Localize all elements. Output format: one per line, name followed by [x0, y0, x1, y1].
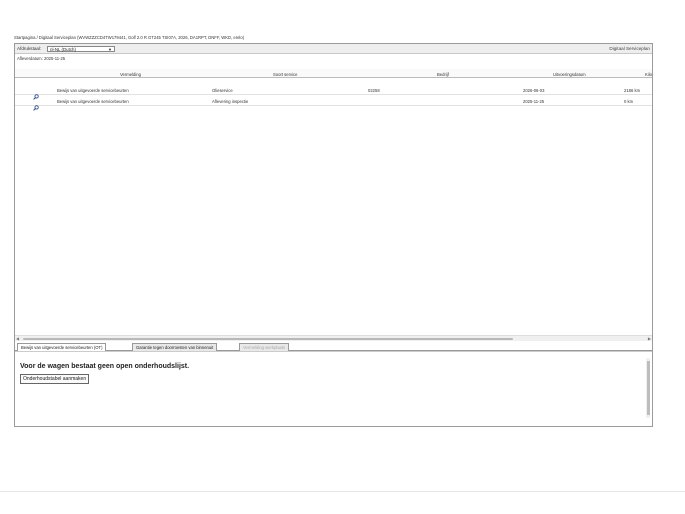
magnifier-icon[interactable]: [33, 98, 39, 111]
cell-kilometerstand: 2186 km: [624, 87, 641, 93]
column-header-vermelding[interactable]: Vermelding: [120, 72, 141, 77]
table-header: Vermelding Soort service Bedrijf Uitvoer…: [15, 69, 652, 78]
tab-vermelding-werkplaats[interactable]: Vermelding werkplaats: [239, 343, 290, 351]
cell-vermelding: Bewijs van uitgevoerde servicebeurten: [57, 98, 129, 104]
breadcrumb[interactable]: Startpagina / Digitaal Serviceplan (WVWZ…: [14, 35, 244, 40]
tab-uitgevoerde-servicebeurten[interactable]: Bewijs van uitgevoerde servicebeurten (O…: [17, 343, 107, 351]
arrow-right-icon[interactable]: ▶: [648, 336, 651, 341]
cell-kilometerstand: 0 km: [624, 98, 634, 104]
cell-soort-service: Olieservice: [212, 87, 233, 93]
page-divider: [0, 491, 685, 492]
toolbar: Afdrukstaal: nl-NL (Dutch) ▼ Digitaal Se…: [15, 44, 652, 54]
cell-vermelding: Bewijs van uitgevoerde servicebeurten: [57, 87, 129, 93]
horizontal-scrollbar[interactable]: ◀ ▶: [15, 335, 652, 341]
scrollbar-thumb[interactable]: [23, 337, 513, 340]
table-row[interactable]: Bewijs van uitgevoerde servicebeurten Ol…: [15, 85, 652, 100]
magnifier-icon[interactable]: [33, 87, 39, 100]
table-row[interactable]: Bewijs van uitgevoerde servicebeurten Af…: [15, 96, 652, 111]
column-header-kilometerstand[interactable]: Kilo: [645, 72, 652, 77]
language-label: Afdrukstaal:: [17, 46, 42, 51]
cell-uitvoeringsdatum: 2025-11-25: [523, 98, 545, 104]
toolbar-title: Digitaal Serviceplan: [609, 46, 650, 51]
arrow-left-icon[interactable]: ◀: [16, 336, 19, 341]
column-header-bedrijf[interactable]: Bedrijf: [437, 72, 449, 77]
tab-garantie-doorroesten[interactable]: Garantie tegen doorroesten van binnenuit: [132, 343, 218, 351]
cell-uitvoeringsdatum: 2026-06-03: [523, 87, 545, 93]
create-maintenance-table-button[interactable]: Onderhoudstabel aanmaken: [20, 374, 90, 384]
column-header-uitvoeringsdatum[interactable]: Uitvoeringsdatum: [553, 72, 586, 77]
cell-bedrijf: 02258: [368, 87, 380, 93]
language-select[interactable]: nl-NL (Dutch) ▼: [47, 45, 115, 52]
chevron-down-icon: ▼: [108, 46, 112, 52]
column-header-soort-service[interactable]: Soort service: [273, 72, 297, 77]
cell-soort-service: Aflevering inspectie: [212, 98, 249, 104]
no-maintenance-list-message: Voor de wagen bestaat geen open onderhou…: [20, 363, 190, 370]
app-frame: Afdrukstaal: nl-NL (Dutch) ▼ Digitaal Se…: [14, 43, 653, 427]
tab-bar: Bewijs van uitgevoerde servicebeurten (O…: [15, 342, 652, 351]
vertical-scrollbar-thumb[interactable]: [646, 361, 650, 415]
vertical-scrollbar[interactable]: [646, 358, 650, 418]
tab-panel: Voor de wagen bestaat geen open onderhou…: [15, 351, 652, 427]
afleverdatum-text: Afleverdatum: 2025-11-25: [17, 56, 66, 61]
language-select-value: nl-NL (Dutch): [50, 46, 76, 52]
